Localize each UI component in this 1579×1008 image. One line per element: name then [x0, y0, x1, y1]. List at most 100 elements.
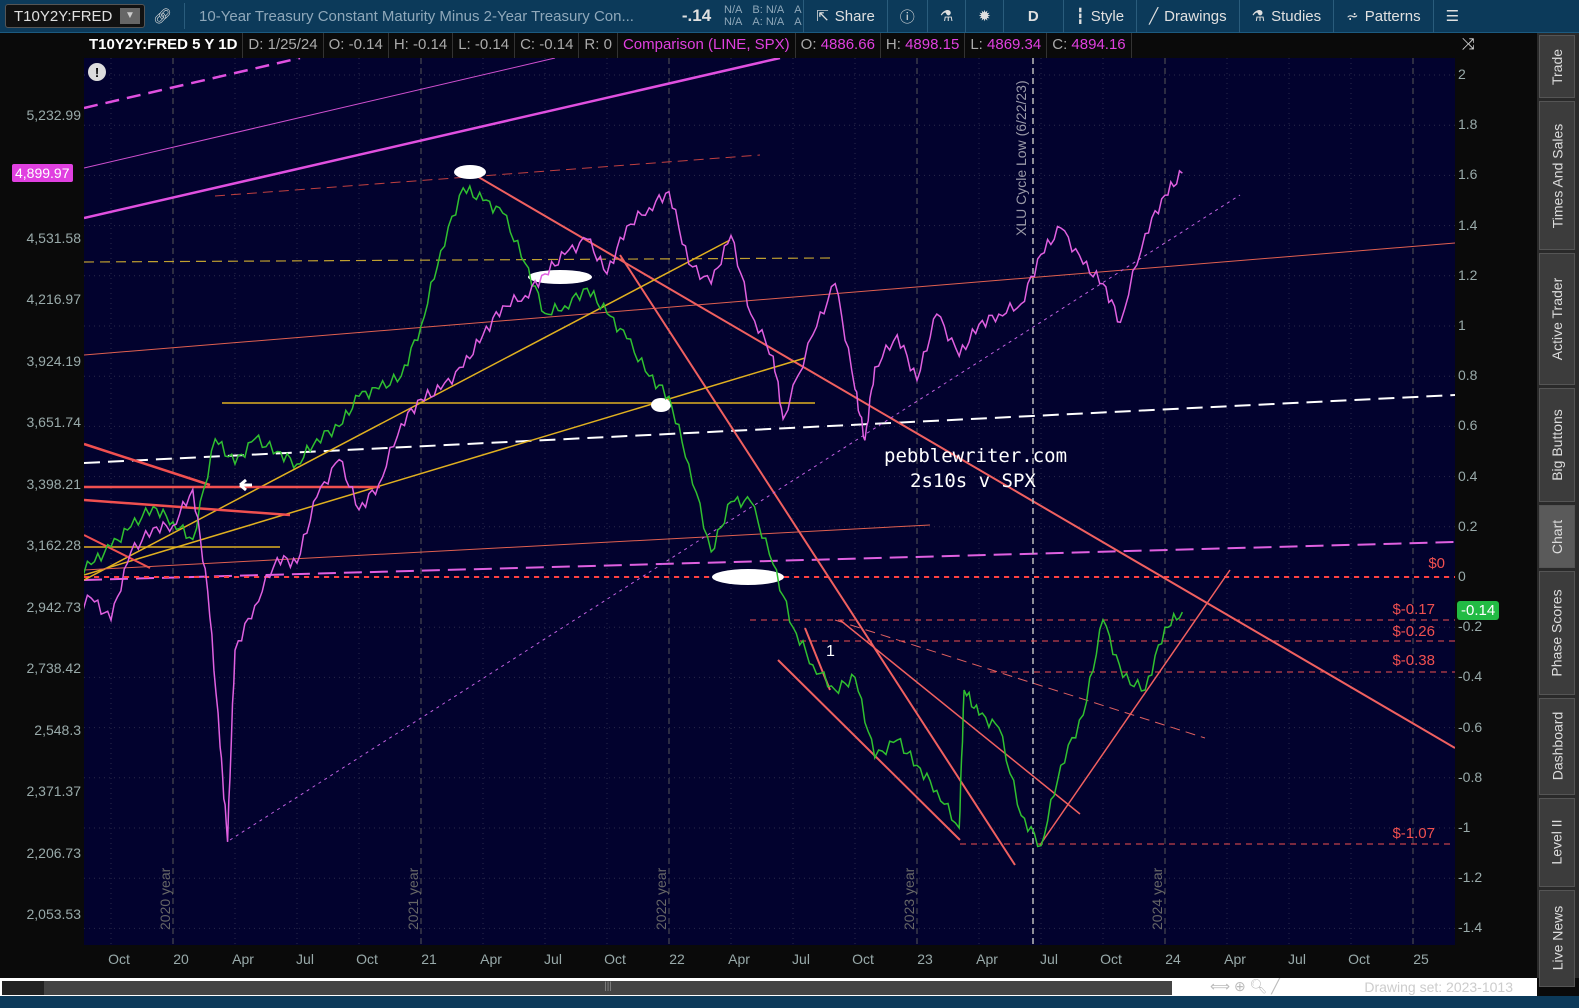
share-button[interactable]: ⇱ Share	[803, 0, 887, 33]
right-tick-label: 0.6	[1458, 417, 1478, 434]
x-tick-label: Oct	[1348, 951, 1370, 967]
pink-channel-thick	[83, 56, 781, 220]
left-tick-label: 3,162.28	[26, 537, 82, 554]
side-tab-label: Phase Scores	[1549, 589, 1566, 677]
watermark-subtitle: 2s10s v SPX	[910, 470, 1036, 492]
studies-label: Studies	[1271, 7, 1322, 25]
link-icon[interactable]: 🔗︎	[153, 7, 172, 25]
x-tick-label: Apr	[728, 951, 750, 967]
comp-open: O: 4886.66	[796, 33, 881, 58]
side-tab-dashboard[interactable]: Dashboard	[1539, 697, 1575, 795]
chart-info-bar: T10Y2Y:FRED 5 Y 1D D: 1/25/24 O: -0.14 H…	[84, 33, 1132, 58]
zoom-tools-icons[interactable]: ⟺ ⊕ 🔍︎ ╱	[1210, 978, 1280, 995]
style-button[interactable]: ┇ Style	[1062, 0, 1136, 33]
ask: A: N/A	[752, 16, 785, 28]
grid	[84, 58, 1455, 945]
style-label: Style	[1090, 7, 1125, 25]
x-tick-label: Jul	[544, 951, 562, 967]
right-tick-label: 0.4	[1458, 467, 1478, 484]
chevron-down-icon[interactable]: ▼	[120, 8, 140, 24]
x-tick-label: Oct	[852, 951, 874, 967]
drawings	[83, 56, 1456, 945]
right-tick-label: -0.8	[1458, 768, 1483, 785]
symbol-selector[interactable]: T10Y2Y:FRED ▼	[5, 4, 145, 28]
x-tick-label: 23	[917, 951, 933, 967]
drawing-set-label[interactable]: Drawing set: 2023-1013	[1364, 979, 1513, 995]
flask-icon: ⚗	[939, 8, 954, 25]
scroll-thumb[interactable]: |||	[44, 981, 1172, 995]
year-labels: 2019 year2020 year2021 year2022 year2023…	[157, 867, 1165, 930]
side-tab-times-and-sales[interactable]: Times And Sales	[1539, 101, 1575, 250]
font-size-toggle[interactable]: A A	[789, 4, 803, 28]
bid: B: N/A	[752, 4, 785, 16]
chart-title: T10Y2Y:FRED 5 Y 1D	[84, 33, 244, 58]
x-tick-label: Jul	[1040, 951, 1058, 967]
marker-1: 1	[826, 643, 835, 660]
left-tick-label: 3,924.19	[26, 352, 82, 369]
right-tick-label: 1.4	[1458, 216, 1478, 233]
comp-open-label: O:	[800, 36, 817, 53]
studies-button[interactable]: ⚗ Studies	[1238, 0, 1334, 33]
side-tab-chart[interactable]: Chart	[1539, 505, 1575, 569]
comp-high: H: 4898.15	[881, 33, 966, 58]
left-tick-label: 4,531.58	[26, 229, 82, 246]
comparison-label[interactable]: Comparison (LINE, SPX)	[618, 33, 796, 58]
pen-icon: ╱	[1149, 8, 1159, 25]
x-tick-label: Apr	[976, 951, 998, 967]
share-icon: ⇱	[816, 8, 829, 25]
patterns-button[interactable]: ⩫ Patterns	[1333, 0, 1432, 33]
side-tab-active-trader[interactable]: Active Trader	[1539, 253, 1575, 385]
x-tick-label: Oct	[1100, 951, 1122, 967]
comp-high-label: H:	[885, 36, 901, 53]
white-dashed-line	[83, 394, 1456, 464]
side-tab-label: Active Trader	[1549, 277, 1566, 361]
side-tab-level-ii[interactable]: Level II	[1539, 798, 1575, 887]
highlight-ellipse	[712, 569, 784, 585]
x-tick-label: 24	[1165, 951, 1181, 967]
left-tick-label: 2,548.3	[34, 721, 81, 738]
side-tab-phase-scores[interactable]: Phase Scores	[1539, 571, 1575, 695]
menu-button[interactable]: ☰	[1432, 0, 1471, 33]
period-button[interactable]: D	[1002, 0, 1063, 33]
info-button[interactable]: ⓘ	[886, 0, 927, 33]
side-tab-label: Dashboard	[1549, 712, 1565, 781]
chart-plot-area[interactable]: 2019 year2020 year2021 year2022 year2023…	[68, 56, 1456, 945]
x-tick-label: Apr	[232, 951, 254, 967]
side-tab-trade[interactable]: Trade	[1539, 35, 1575, 98]
x-tick-label: 20	[173, 951, 189, 967]
left-tick-label: 2,053.53	[26, 906, 82, 922]
chart-title-text: T10Y2Y:FRED 5 Y 1D	[89, 36, 238, 53]
side-tab-live-news[interactable]: Live News	[1539, 889, 1575, 988]
auto-scale-icon[interactable]: ⤨	[1462, 36, 1475, 54]
right-tick-label: 1.6	[1458, 166, 1478, 183]
chart-scrollbar[interactable]: ||| ⟺ ⊕ 🔍︎ ╱ Drawing set: 2023-1013	[0, 978, 1537, 996]
comp-low-value: 4869.34	[987, 36, 1042, 53]
x-tick-label: 25	[1413, 951, 1429, 967]
watermark-title: pebblewriter.com	[884, 445, 1067, 467]
chart-svg: 2019 year2020 year2021 year2022 year2023…	[68, 56, 1456, 945]
year-label: 2020 year	[157, 867, 173, 930]
flask-button[interactable]: ⚗	[926, 0, 965, 33]
side-tabs: Trade Times And Sales Active Trader Big But…	[1537, 33, 1579, 988]
info-open: O: -0.14	[324, 33, 389, 58]
x-tick-label: Jul	[792, 951, 810, 967]
level-label-026: $-0.26	[1392, 623, 1435, 640]
left-tick-label: 3,651.74	[26, 414, 82, 431]
rising-trendline	[1039, 569, 1231, 846]
change-values: N/A N/A	[719, 4, 747, 28]
left-tick-label: 2,371.37	[26, 783, 82, 800]
right-tick-label: -0.2	[1458, 618, 1483, 635]
side-tab-big-buttons[interactable]: Big Buttons	[1539, 387, 1575, 503]
year-label: 2022 year	[653, 867, 669, 930]
spx-price-badge: 4,899.97	[12, 164, 73, 182]
red-line-1	[83, 442, 211, 487]
left-tick-label: 3,398.21	[26, 475, 82, 492]
na-2: N/A	[724, 16, 743, 28]
comp-close: C: 4894.16	[1047, 33, 1132, 58]
spx-line	[68, 169, 1183, 842]
settings-button[interactable]: ✹	[965, 0, 1003, 33]
right-tick-label: -1.2	[1458, 869, 1483, 886]
x-tick-label: Apr	[1224, 951, 1246, 967]
drawings-button[interactable]: ╱ Drawings	[1136, 0, 1239, 33]
left-tick-label: 4,216.97	[26, 291, 82, 308]
